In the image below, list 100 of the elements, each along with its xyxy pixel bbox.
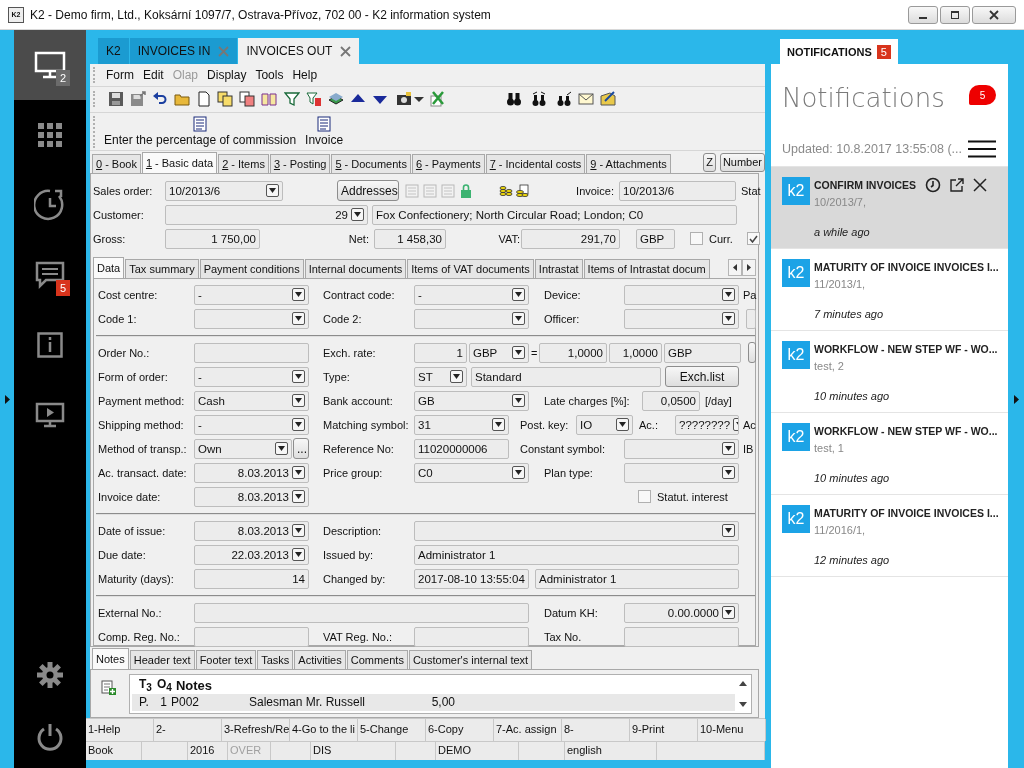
text-field[interactable] [414, 626, 529, 647]
dropdown-button[interactable] [512, 312, 525, 326]
filter-icon[interactable] [284, 91, 300, 108]
page-tab[interactable]: 5 - Documents [331, 153, 411, 173]
external-link-icon[interactable] [950, 178, 965, 192]
dropdown-button[interactable] [292, 548, 305, 562]
binoculars-icon[interactable] [556, 91, 572, 108]
column-header[interactable]: T$_{3}$ [137, 677, 155, 694]
form-button[interactable]: Addresses [337, 180, 399, 202]
menu-item[interactable]: Help [291, 67, 319, 82]
dropdown-button[interactable] [722, 466, 735, 480]
column-header[interactable]: Notes [173, 677, 215, 693]
date-field[interactable]: 8.03.2013 [194, 486, 309, 507]
form-tab[interactable]: Comments [346, 649, 408, 669]
dropdown-button[interactable] [722, 312, 735, 326]
camera-icon[interactable] [396, 91, 412, 108]
column-header[interactable]: O$_{4}$ [155, 677, 174, 694]
dropdown-field[interactable]: 31 [414, 414, 509, 435]
dropdown-button[interactable] [492, 418, 505, 432]
text-field[interactable]: Administrator 1 [535, 568, 739, 589]
binoculars-icon[interactable] [531, 91, 547, 108]
form-tab[interactable]: Customer's internal text [408, 649, 533, 669]
form-button[interactable]: Z [703, 152, 716, 172]
dropdown-button[interactable] [512, 288, 525, 302]
text-field[interactable]: 10/2013/6 [619, 180, 736, 201]
dropdown-button[interactable] [722, 524, 735, 538]
page-tab[interactable]: 0 - Book [92, 153, 141, 173]
add-note-icon[interactable] [101, 679, 117, 696]
dropdown-button[interactable] [266, 184, 279, 198]
dropdown-field[interactable] [624, 438, 739, 459]
document-tab[interactable]: INVOICES IN [129, 38, 238, 64]
notification-item[interactable]: k2 MATURITY OF INVOICE INVOICES I... 11/2016/1, 12 minutes ago [771, 495, 1008, 577]
binoculars-icon[interactable] [506, 91, 522, 108]
number-field[interactable]: 1,0000 [539, 342, 607, 363]
dropdown-field[interactable] [624, 284, 739, 305]
dropdown-field[interactable] [414, 520, 739, 541]
dropdown-field[interactable]: - [194, 284, 309, 305]
dropdown-button[interactable] [292, 312, 305, 326]
number-field[interactable]: 291,70 [521, 228, 620, 249]
desktop-nav-item[interactable]: 2 [14, 30, 86, 100]
dropdown-field[interactable]: GBP [469, 342, 529, 363]
expand-arrow-icon[interactable] [4, 394, 10, 404]
dropdown-field[interactable]: IO [576, 414, 633, 435]
page-tab[interactable]: 7 - Incidental costs [485, 153, 586, 173]
dropdown-button[interactable] [722, 442, 735, 456]
number-field[interactable]: 0,0500 [642, 390, 700, 411]
form-tab[interactable]: Notes [92, 647, 129, 669]
dropdown-field[interactable] [624, 308, 739, 329]
dropdown-field[interactable]: 29 [165, 204, 368, 225]
scroll-right-button[interactable] [742, 259, 756, 277]
dropdown-button[interactable] [292, 466, 305, 480]
dropdown-field[interactable]: 10/2013/6 [165, 180, 283, 201]
dropdown-button[interactable] [450, 370, 463, 384]
checkbox[interactable] [747, 232, 760, 246]
spreadsheet-icon[interactable] [430, 91, 446, 108]
form-tab[interactable]: Intrastat [534, 258, 583, 278]
form-tab[interactable]: Internal documents [304, 258, 407, 278]
form-button[interactable]: ... [293, 438, 309, 460]
toolbar-button[interactable]: Invoice [302, 116, 347, 148]
form-tab[interactable]: Footer text [195, 649, 257, 669]
text-field[interactable] [746, 308, 756, 329]
form-tab[interactable]: Activities [294, 649, 346, 669]
text-field[interactable] [624, 626, 739, 647]
text-field[interactable] [194, 626, 309, 647]
dropdown-button[interactable] [616, 418, 629, 432]
text-field[interactable]: Fox Confectionery; North Circular Road; London; C0 [372, 204, 737, 225]
form-tab[interactable]: Header text [129, 649, 195, 669]
dropdown-button[interactable] [292, 524, 305, 538]
toolbar-button[interactable]: Enter the percentage of commission [101, 116, 300, 148]
dropdown-field[interactable]: Cash [194, 390, 309, 411]
maximize-button[interactable] [940, 5, 970, 24]
minimize-button[interactable] [908, 5, 938, 24]
text-field[interactable]: GBP [636, 228, 675, 249]
number-field[interactable]: 1 [414, 342, 467, 363]
dropdown-button[interactable] [292, 490, 305, 504]
menu-item[interactable]: Display [206, 67, 248, 82]
form-tab[interactable]: Data [93, 256, 125, 278]
copy-icon[interactable] [217, 91, 233, 108]
menu-item[interactable]: Edit [142, 67, 165, 82]
dropdown-button[interactable] [722, 288, 735, 302]
form-tab[interactable]: Items of VAT documents [407, 258, 534, 278]
clock-icon[interactable] [925, 177, 942, 193]
dropdown-field[interactable]: - [414, 284, 529, 305]
dropdown-button[interactable] [512, 466, 525, 480]
book-icon[interactable] [261, 91, 277, 108]
scroll-left-button[interactable] [728, 259, 742, 277]
notification-item[interactable]: k2 WORKFLOW - NEW STEP WF - WO... test, 1 10 minutes ago [771, 413, 1008, 495]
page-tab[interactable]: 6 - Payments [411, 153, 485, 173]
text-field[interactable]: 2017-08-10 13:55:04 [414, 568, 529, 589]
dropdown-field[interactable]: GB [414, 390, 529, 411]
dropdown-button[interactable] [292, 370, 305, 384]
form-tab[interactable]: Payment conditions [199, 258, 304, 278]
dropdown-button[interactable] [722, 606, 735, 620]
date-field[interactable]: 0.00.0000 [624, 602, 739, 623]
menu-icon[interactable] [968, 140, 996, 158]
arrow-down-icon[interactable] [739, 701, 747, 707]
menu-item[interactable]: Tools [254, 67, 285, 82]
dropdown-field[interactable]: C0 [414, 462, 529, 483]
dropdown-button[interactable] [292, 394, 305, 408]
dropdown-field[interactable] [414, 308, 529, 329]
